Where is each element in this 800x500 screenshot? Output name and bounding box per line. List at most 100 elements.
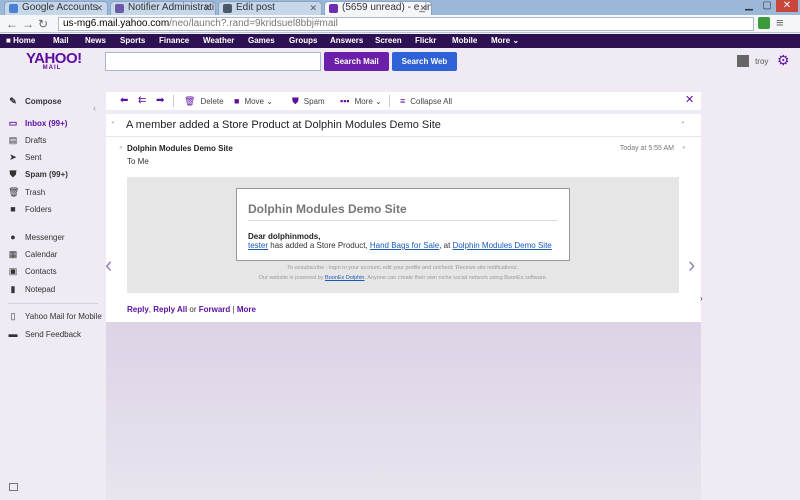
- reply-all-arrow-icon[interactable]: ⇇: [138, 95, 146, 107]
- message-panel: ● A member added a Store Product at Dolp…: [106, 114, 701, 322]
- nav-games[interactable]: Games: [248, 34, 275, 48]
- expand-icon[interactable]: ›: [700, 294, 703, 303]
- nav-weather[interactable]: Weather: [203, 34, 234, 48]
- product-link[interactable]: Hand Bags for Sale: [370, 241, 439, 250]
- forward-icon[interactable]: →: [22, 17, 34, 31]
- forward-arrow-icon[interactable]: ➡: [156, 95, 164, 107]
- browser-toolbar: ← → ↻ us-mg6.mail.yahoo.com/neo/launch?.…: [0, 15, 800, 33]
- back-arrow-icon[interactable]: ⬅: [120, 95, 128, 107]
- extension-icon[interactable]: [758, 17, 770, 29]
- nav-more[interactable]: More ⌄: [491, 34, 519, 48]
- nav-finance[interactable]: Finance: [159, 34, 189, 48]
- address-bar[interactable]: us-mg6.mail.yahoo.com/neo/launch?.rand=9…: [58, 17, 754, 31]
- mobile-icon: ▯: [10, 311, 16, 321]
- more-button[interactable]: ▪▪▪ More ⌄: [340, 95, 382, 108]
- nav-flickr[interactable]: Flickr: [415, 34, 436, 48]
- back-icon[interactable]: ←: [6, 17, 18, 31]
- collapse-all-button[interactable]: ≡ Collapse All: [400, 95, 452, 108]
- gear-icon[interactable]: ⚙: [777, 52, 790, 69]
- notepad-icon: ▮: [10, 284, 16, 294]
- sidebar-item-notepad[interactable]: ▮ Notepad: [8, 282, 98, 296]
- browser-tab[interactable]: Notifier Administrati ✕: [110, 1, 216, 15]
- chevron-down-icon: ⌄: [266, 97, 273, 106]
- messenger-icon: ●: [10, 232, 16, 242]
- divider: [106, 136, 701, 137]
- contacts-icon: ▣: [8, 266, 18, 276]
- nav-groups[interactable]: Groups: [289, 34, 317, 48]
- browser-tab[interactable]: Google Accounts ✕: [4, 1, 108, 15]
- chevron-down-icon: ⌄: [512, 36, 520, 45]
- spam-icon: ⛊: [9, 169, 17, 179]
- nav-sports[interactable]: Sports: [120, 34, 145, 48]
- feedback-icon: ▬: [8, 329, 18, 339]
- unsubscribe-note: To unsubscribe - login to your account, …: [287, 265, 519, 271]
- nav-mail[interactable]: Mail: [53, 34, 69, 48]
- move-button[interactable]: ■ Move ⌄: [234, 95, 273, 108]
- message-sender[interactable]: Dolphin Modules Demo Site: [127, 144, 233, 153]
- collapse-sidebar-icon[interactable]: ‹: [93, 103, 96, 113]
- card-title: Dolphin Modules Demo Site: [248, 202, 407, 216]
- previous-message-icon[interactable]: ‹: [105, 254, 112, 276]
- avatar: [737, 55, 749, 68]
- reply-all-link[interactable]: Reply All: [153, 305, 187, 314]
- nav-home[interactable]: ■ Home: [6, 34, 35, 48]
- toolbar-divider: [389, 95, 390, 107]
- google-favicon-icon: [9, 4, 18, 13]
- sidebar-item-sent[interactable]: ➤ Sent: [8, 150, 98, 164]
- browser-tab[interactable]: Edit post ✕: [218, 1, 322, 15]
- boonex-link[interactable]: BoonEx Dolphin: [325, 275, 364, 281]
- more-link[interactable]: More: [237, 305, 256, 314]
- chevron-down-icon: ⌄: [375, 97, 382, 106]
- reply-link[interactable]: Reply: [127, 305, 149, 314]
- image-icon[interactable]: [9, 483, 18, 491]
- minimize-icon[interactable]: ▁: [740, 0, 758, 12]
- search-mail-button[interactable]: Search Mail: [324, 52, 389, 71]
- search-input[interactable]: [105, 52, 321, 71]
- close-icon[interactable]: ✕: [419, 2, 427, 14]
- window-close-icon[interactable]: ✕: [776, 0, 798, 12]
- sidebar-item-spam[interactable]: ⛊ Spam (99+): [8, 167, 98, 181]
- trash-icon: 🗑: [184, 96, 196, 106]
- user-link[interactable]: tester: [248, 241, 268, 250]
- calendar-icon: ▦: [8, 249, 18, 259]
- nav-answers[interactable]: Answers: [330, 34, 363, 48]
- delete-button[interactable]: 🗑 Delete: [184, 95, 224, 108]
- sidebar-item-messenger[interactable]: ● Messenger: [8, 230, 98, 244]
- search-web-button[interactable]: Search Web: [392, 52, 457, 71]
- sidebar-item-drafts[interactable]: ▤ Drafts: [8, 133, 98, 147]
- dot-icon: ●: [119, 145, 123, 151]
- user-menu[interactable]: troy: [737, 55, 768, 68]
- maximize-icon[interactable]: ▢: [758, 0, 776, 12]
- sidebar-item-compose[interactable]: ✎ Compose: [8, 94, 98, 108]
- reload-icon[interactable]: ↻: [38, 17, 48, 31]
- site-link[interactable]: Dolphin Modules Demo Site: [453, 241, 552, 250]
- browser-tab-active[interactable]: (5659 unread) - e_ins ✕: [324, 1, 432, 15]
- close-icon[interactable]: ✕: [685, 94, 694, 106]
- sidebar-item-mobile[interactable]: ▯ Yahoo Mail for Mobile: [8, 309, 102, 323]
- yahoo-nav-bar: ■ Home Mail News Sports Finance Weather …: [0, 34, 800, 48]
- spam-button[interactable]: ⛊ Spam: [292, 95, 325, 108]
- home-icon: ■: [6, 36, 11, 45]
- nav-screen[interactable]: Screen: [375, 34, 402, 48]
- sidebar-item-trash[interactable]: 🗑 Trash: [8, 185, 98, 199]
- forward-link[interactable]: Forward: [199, 305, 231, 314]
- email-body: Dolphin Modules Demo Site Dear dolphinmo…: [127, 177, 679, 293]
- close-icon[interactable]: ✕: [95, 2, 103, 14]
- close-icon[interactable]: ✕: [309, 2, 317, 14]
- nav-news[interactable]: News: [85, 34, 106, 48]
- list-icon: ≡: [400, 96, 406, 106]
- wordpress-favicon-icon: [223, 4, 232, 13]
- close-icon[interactable]: ✕: [203, 2, 211, 14]
- sidebar-item-contacts[interactable]: ▣ Contacts: [8, 264, 98, 278]
- nav-mobile[interactable]: Mobile: [452, 34, 477, 48]
- sidebar-item-feedback[interactable]: ▬ Send Feedback: [8, 327, 98, 341]
- browser-tab-bar: Google Accounts ✕ Notifier Administrati …: [0, 0, 800, 15]
- sidebar-item-inbox[interactable]: ▭ Inbox (99+): [8, 116, 98, 130]
- sidebar-item-calendar[interactable]: ▦ Calendar: [8, 247, 98, 261]
- empty-content-area: [106, 322, 701, 500]
- sidebar-item-folders[interactable]: ■ Folders: [8, 202, 98, 216]
- dot-icon: ●: [111, 120, 115, 126]
- next-message-icon[interactable]: ›: [688, 254, 695, 276]
- yahoo-mail-logo[interactable]: YAHOO! MAIL: [26, 51, 82, 71]
- menu-icon[interactable]: ≡: [776, 16, 784, 30]
